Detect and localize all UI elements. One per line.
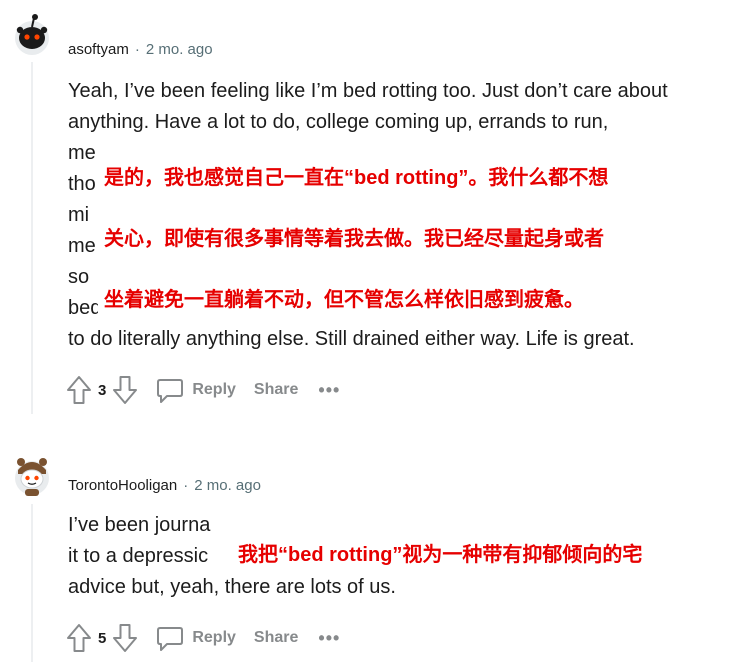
vote-control: 5 [66, 623, 138, 653]
translation-overlay-line: 坐着避免一直躺着不动，但不管怎么样依旧感到疲惫。 [98, 286, 590, 314]
downvote-icon[interactable] [112, 375, 138, 405]
translation-overlay-line: 我把“bed rotting”视为一种带有抑郁倾向的宅 [232, 541, 649, 569]
comment-meta: asoftyam · 2 mo. ago [68, 41, 213, 58]
upvote-icon[interactable] [66, 375, 92, 405]
more-options-icon[interactable]: ••• [318, 628, 340, 649]
thread-line[interactable] [31, 62, 33, 414]
more-options-icon[interactable]: ••• [318, 380, 340, 401]
snoo-avatar-icon [15, 458, 49, 496]
reply-button[interactable]: Reply [156, 376, 236, 404]
vote-control: 3 [66, 375, 138, 405]
reply-label: Reply [192, 381, 236, 398]
comment-meta: TorontoHooligan · 2 mo. ago [68, 477, 261, 494]
share-button[interactable]: Share [254, 381, 298, 399]
comment-bubble-icon [156, 376, 184, 404]
avatar[interactable] [12, 448, 52, 496]
avatar[interactable] [12, 12, 52, 56]
thread-line[interactable] [31, 504, 33, 662]
author-name[interactable]: TorontoHooligan [68, 477, 177, 494]
comment-line: Yeah, I’ve been feeling like I’m bed rot… [68, 80, 668, 102]
author-name[interactable]: asoftyam [68, 41, 129, 58]
share-label: Share [253, 629, 299, 646]
timestamp[interactable]: 2 mo. ago [194, 477, 261, 494]
share-label: Share [253, 381, 299, 398]
comment-line: I’ve been journa [68, 514, 211, 536]
reply-label: Reply [192, 629, 236, 646]
comment-actions: 3 Reply Share ••• [66, 373, 340, 407]
share-button[interactable]: Share [254, 629, 298, 647]
reply-button[interactable]: Reply [156, 624, 236, 652]
upvote-icon[interactable] [66, 623, 92, 653]
comment-actions: 5 Reply Share ••• [66, 621, 340, 655]
translation-overlay-line: 是的，我也感觉自己一直在“bed rotting”。我什么都不想 [98, 164, 615, 192]
comment-line: advice but, yeah, there are lots of us. [68, 576, 396, 598]
snoo-avatar-icon [15, 14, 49, 55]
comment-line: anything. Have a lot to do, college comi… [68, 111, 609, 133]
comment-bubble-icon [156, 624, 184, 652]
translation-overlay-line: 关心，即使有很多事情等着我去做。我已经尽量起身或者 [98, 225, 610, 253]
comment-line: to do literally anything else. Still dra… [68, 328, 635, 350]
vote-count: 5 [98, 629, 107, 647]
vote-count: 3 [98, 381, 107, 399]
downvote-icon[interactable] [112, 623, 138, 653]
timestamp[interactable]: 2 mo. ago [146, 41, 213, 58]
